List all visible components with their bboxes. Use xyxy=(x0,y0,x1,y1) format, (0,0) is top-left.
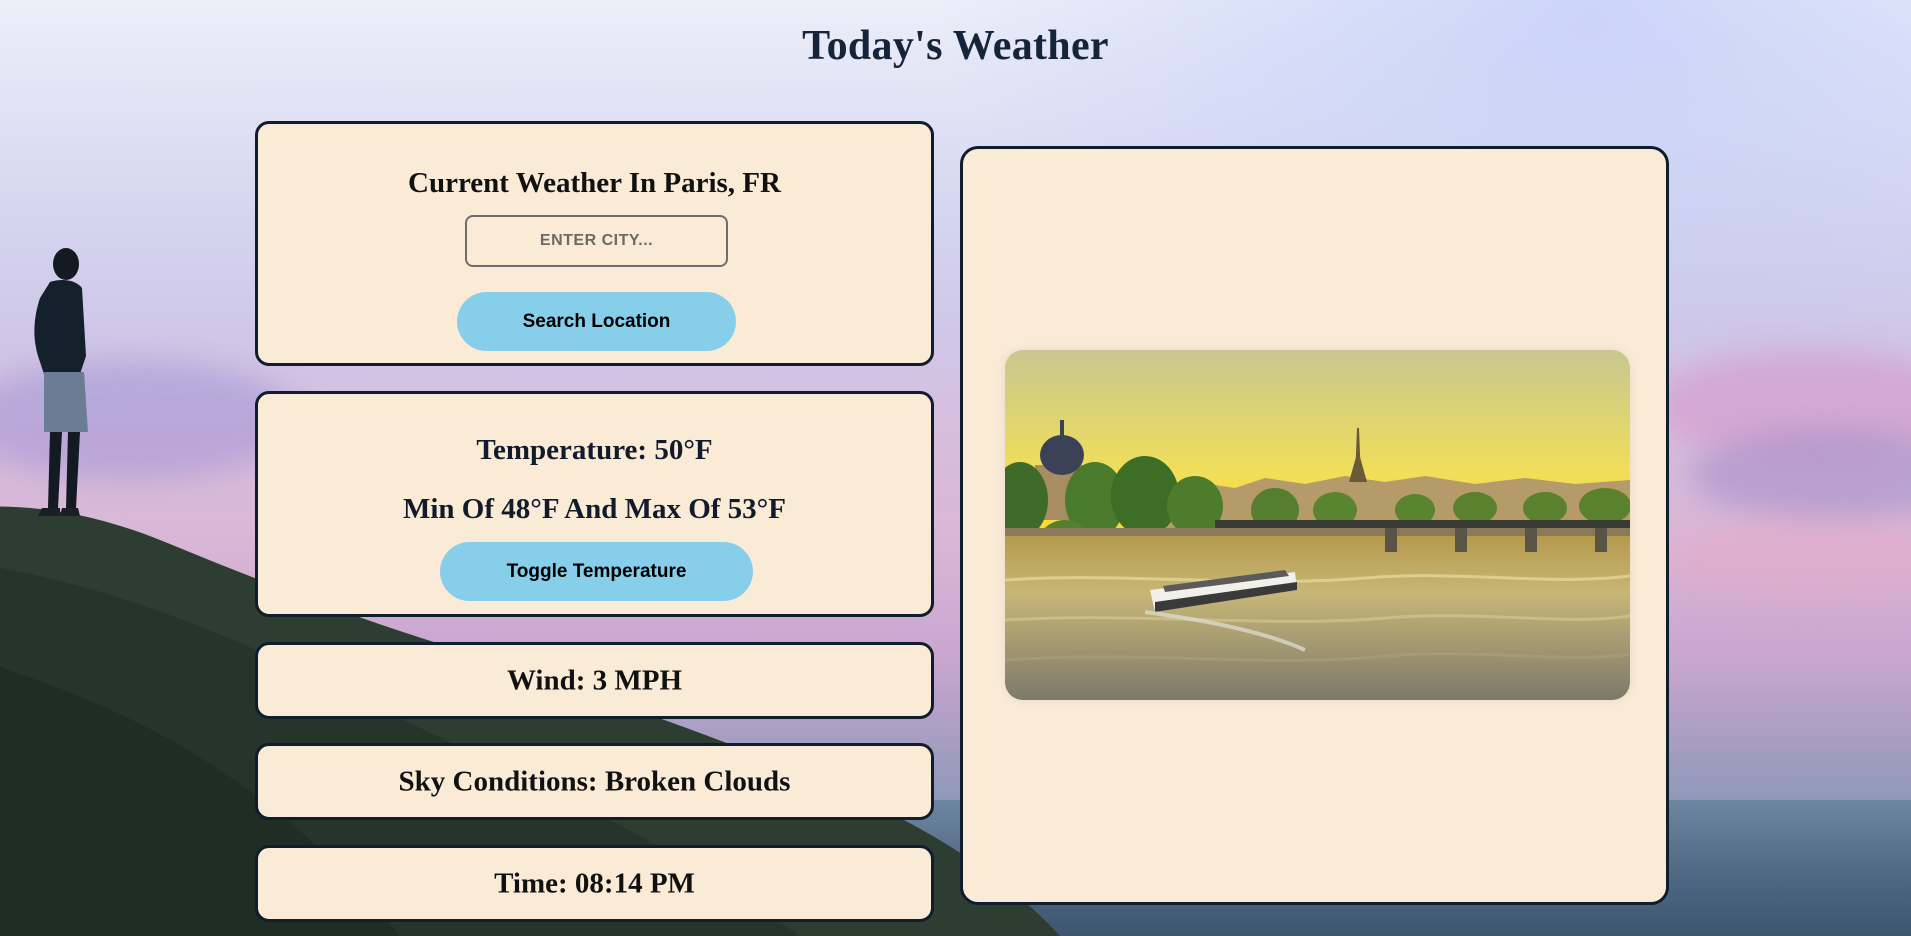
local-time: Time: 08:14 PM xyxy=(494,867,695,899)
sky-conditions: Sky Conditions: Broken Clouds xyxy=(398,765,791,797)
temperature-value: Temperature: 50°F xyxy=(476,434,713,466)
sky-conditions-card: Sky Conditions: Broken Clouds xyxy=(255,743,934,820)
city-image-card xyxy=(960,146,1669,905)
wind-speed: Wind: 3 MPH xyxy=(506,664,683,696)
page-title: Today's Weather xyxy=(802,23,1109,69)
time-card: Time: 08:14 PM xyxy=(255,845,934,922)
wind-card: Wind: 3 MPH xyxy=(255,642,934,719)
temperature-min-max: Min Of 48°F And Max Of 53°F xyxy=(402,493,786,525)
current-location-heading: Current Weather In Paris, FR xyxy=(408,167,781,199)
temperature-card: Temperature: 50°F Min Of 48°F And Max Of… xyxy=(255,391,934,617)
search-location-button[interactable]: Search Location xyxy=(457,292,736,351)
city-search-input[interactable] xyxy=(465,215,728,267)
search-card: Current Weather In Paris, FR Search Loca… xyxy=(255,121,934,366)
paris-river-image xyxy=(1005,350,1630,700)
city-photo xyxy=(1005,350,1630,700)
toggle-temperature-button[interactable]: Toggle Temperature xyxy=(440,542,753,601)
person-silhouette xyxy=(34,248,88,516)
